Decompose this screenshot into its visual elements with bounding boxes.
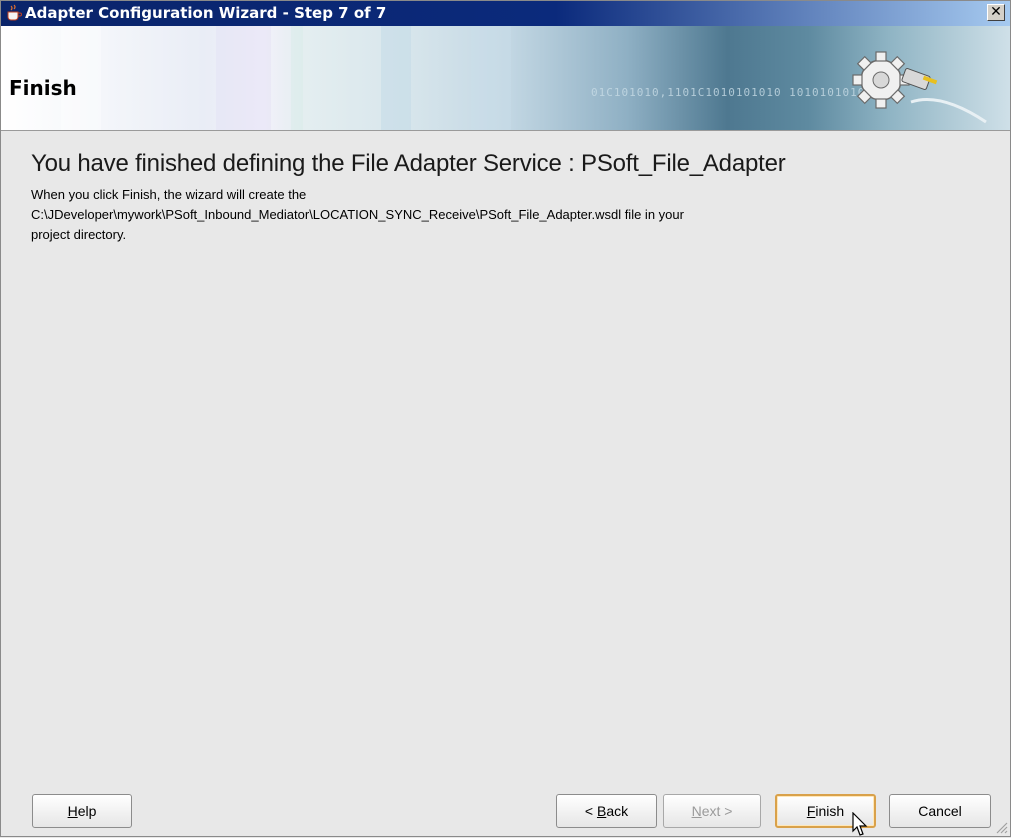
- cancel-button[interactable]: Cancel: [889, 794, 991, 828]
- description-line: C:\JDeveloper\mywork\PSoft_Inbound_Media…: [31, 207, 684, 222]
- mouse-cursor-icon: [852, 812, 868, 836]
- wizard-window: Adapter Configuration Wizard - Step 7 of…: [0, 0, 1011, 837]
- back-button[interactable]: < Back: [556, 794, 657, 828]
- description-line: project directory.: [31, 227, 127, 242]
- gear-plug-icon: [841, 32, 991, 130]
- close-icon[interactable]: ✕: [987, 4, 1005, 21]
- button-label: Cancel: [918, 803, 962, 819]
- mnemonic: F: [806, 803, 816, 819]
- banner-title: Finish: [9, 76, 77, 100]
- title-bar[interactable]: Adapter Configuration Wizard - Step 7 of…: [1, 1, 1010, 26]
- banner-stripe: [291, 26, 303, 130]
- button-label: <: [584, 803, 597, 819]
- wizard-banner: Finish 01C101010,1101C1010101010 1010101…: [1, 26, 1010, 131]
- resize-grip-icon[interactable]: [994, 820, 1008, 834]
- mnemonic: B: [596, 803, 607, 819]
- button-label: elp: [77, 803, 97, 819]
- button-label: ext >: [701, 803, 733, 819]
- mnemonic: N: [691, 803, 702, 819]
- banner-stripe: [381, 26, 411, 130]
- button-label: inish: [815, 803, 845, 819]
- window-title: Adapter Configuration Wizard - Step 7 of…: [25, 4, 387, 22]
- banner-stripe: [471, 26, 511, 130]
- coffee-cup-icon: [5, 4, 23, 22]
- next-button[interactable]: Next >: [663, 794, 761, 828]
- summary-description: When you click Finish, the wizard will c…: [31, 185, 991, 245]
- mnemonic: H: [67, 803, 78, 819]
- summary-heading: You have finished defining the File Adap…: [31, 150, 786, 177]
- description-line: When you click Finish, the wizard will c…: [31, 187, 307, 202]
- button-label: ack: [606, 803, 629, 819]
- banner-stripe: [216, 26, 271, 130]
- help-button[interactable]: Help: [32, 794, 132, 828]
- content-panel: You have finished defining the File Adap…: [1, 131, 1010, 789]
